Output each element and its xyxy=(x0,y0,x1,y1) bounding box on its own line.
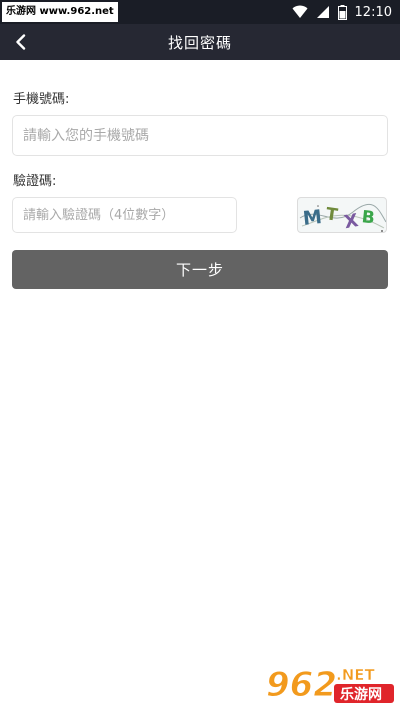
svg-text:X: X xyxy=(343,210,360,233)
code-label: 驗證碼: xyxy=(13,174,57,189)
site-logo: 962 .NET 乐游网 xyxy=(262,660,396,706)
next-step-button[interactable]: 下一步 xyxy=(12,250,388,289)
chevron-left-icon xyxy=(16,34,26,50)
captcha-image[interactable]: M T X B xyxy=(297,197,387,233)
clock: 12:10 xyxy=(354,4,392,20)
nav-bar: 找回密碼 xyxy=(0,24,400,60)
back-button[interactable] xyxy=(6,27,36,57)
battery-icon xyxy=(337,4,347,20)
wifi-icon xyxy=(292,5,308,18)
watermark-tag: 乐游网 www.962.net xyxy=(2,2,118,22)
phone-label: 手機號碼: xyxy=(13,92,70,107)
status-bar: 乐游网 www.962.net 12:10 xyxy=(0,0,400,24)
svg-text:乐游网: 乐游网 xyxy=(340,686,382,703)
code-input[interactable] xyxy=(12,197,237,233)
svg-text:962: 962 xyxy=(266,665,337,705)
svg-text:B: B xyxy=(361,207,376,228)
phone-input[interactable] xyxy=(12,115,388,156)
svg-text:T: T xyxy=(325,204,340,225)
svg-text:.NET: .NET xyxy=(336,666,375,684)
status-icons: 12:10 xyxy=(292,4,392,20)
svg-text:M: M xyxy=(302,206,323,230)
signal-icon xyxy=(316,6,329,18)
page-title: 找回密碼 xyxy=(167,33,232,52)
